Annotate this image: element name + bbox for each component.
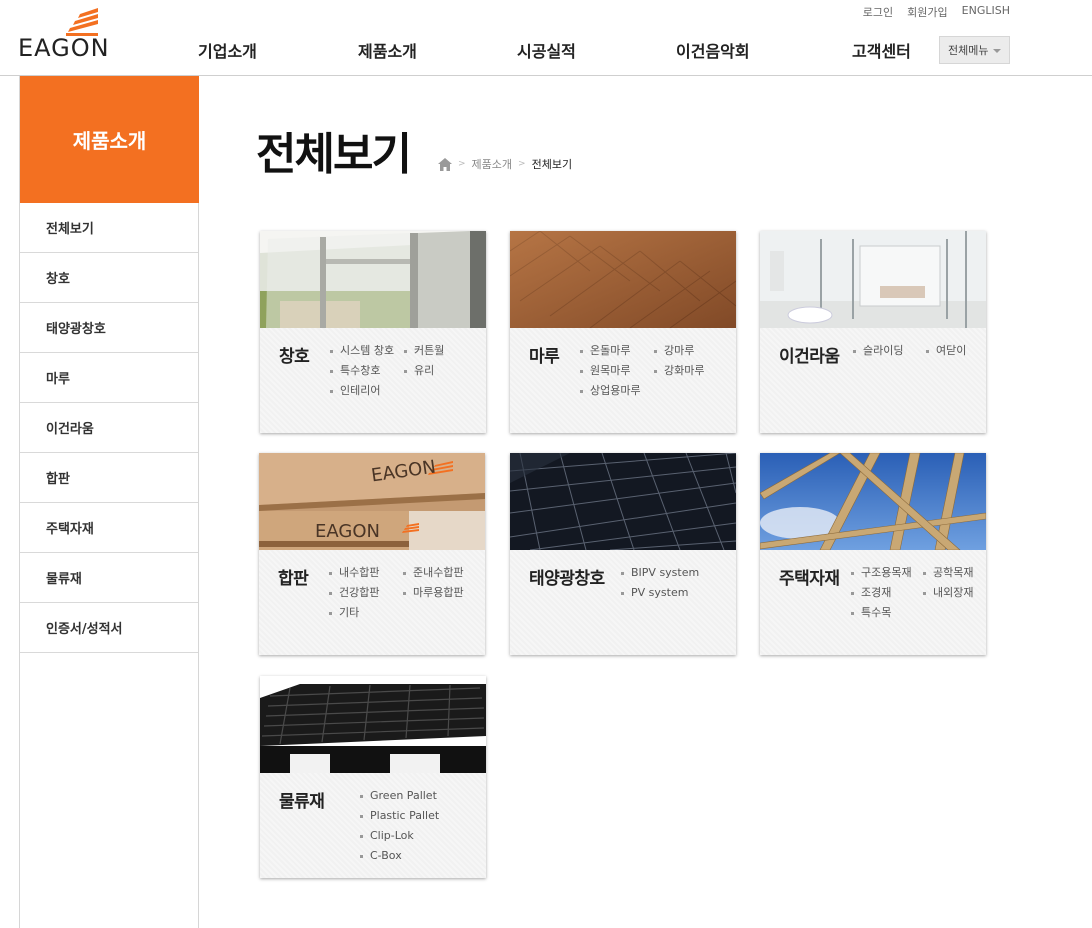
sub-item-link[interactable]: 원목마루: [580, 361, 641, 381]
login-link[interactable]: 로그인: [863, 4, 893, 20]
sub-item-link[interactable]: 내외장재: [923, 583, 973, 603]
sub-item-link[interactable]: BIPV system: [621, 563, 699, 583]
sub-item-link[interactable]: 유리: [404, 361, 444, 381]
sub-item-link[interactable]: 인테리어: [330, 381, 394, 401]
card-sublist: 커튼월 유리: [404, 341, 444, 381]
pallet-image: [260, 676, 486, 773]
card-sublist: 여닫이: [926, 341, 966, 361]
sidebar: 제품소개 전체보기 창호 태양광창호 마루 이건라움 합판 주택자재 물류재 인…: [19, 76, 199, 928]
card-sublist: BIPV system PV system: [621, 563, 699, 603]
sub-item-link[interactable]: 시스템 창호: [330, 341, 394, 361]
english-link[interactable]: ENGLISH: [962, 4, 1010, 20]
sub-item-link[interactable]: 마루용합판: [403, 583, 464, 603]
sub-item-link[interactable]: PV system: [621, 583, 699, 603]
sub-item-link[interactable]: C-Box: [360, 846, 439, 866]
sub-item-link[interactable]: 특수창호: [330, 361, 394, 381]
card-sublist: 강마루 강화마루: [654, 341, 704, 381]
logo[interactable]: EAGON: [18, 4, 109, 62]
card-title: 태양광창호: [529, 569, 605, 589]
sidebar-item-all[interactable]: 전체보기: [20, 203, 198, 253]
sidebar-item-logistics[interactable]: 물류재: [20, 553, 198, 603]
nav-company[interactable]: 기업소개: [198, 38, 257, 62]
solar-image: [510, 453, 736, 550]
sidebar-menu: 전체보기 창호 태양광창호 마루 이건라움 합판 주택자재 물류재 인증서/성적…: [20, 203, 198, 653]
product-card-raum[interactable]: 이건라움 슬라이딩 여닫이: [760, 231, 986, 433]
sub-item-link[interactable]: 건강합판: [329, 583, 379, 603]
product-card-logistics[interactable]: 물류재 Green Pallet Plastic Pallet Clip-Lok…: [260, 676, 486, 878]
product-card-solar[interactable]: 태양광창호 BIPV system PV system: [510, 453, 736, 655]
breadcrumb-separator-icon: >: [518, 159, 526, 169]
all-menu-label: 전체메뉴: [948, 44, 989, 57]
card-sublist: 구조용목재 조경재 특수목: [851, 563, 912, 623]
nav-concert[interactable]: 이건음악회: [676, 38, 750, 62]
utility-links: 로그인 회원가입 ENGLISH: [863, 4, 1010, 20]
plywood-logo-text: EAGON: [315, 521, 380, 542]
nav-support[interactable]: 고객센터: [852, 38, 911, 62]
sub-item-link[interactable]: Plastic Pallet: [360, 806, 439, 826]
card-sublist: 준내수합판 마루용합판: [403, 563, 464, 603]
plywood-image: EAGON EAGON: [259, 453, 485, 550]
site-header: EAGON 로그인 회원가입 ENGLISH 기업소개 제품소개 시공실적 이건…: [0, 0, 1092, 76]
card-sublist: 슬라이딩: [853, 341, 903, 361]
card-title: 이건라움: [779, 347, 840, 367]
card-title: 합판: [278, 569, 309, 589]
sidebar-title: 제품소개: [20, 76, 199, 203]
sub-item-link[interactable]: 구조용목재: [851, 563, 912, 583]
sub-item-link[interactable]: 강마루: [654, 341, 704, 361]
sub-item-link[interactable]: 슬라이딩: [853, 341, 903, 361]
windows-image: [260, 231, 486, 328]
sub-item-link[interactable]: 상업용마루: [580, 381, 641, 401]
card-sublist: 공학목재 내외장재: [923, 563, 973, 603]
logo-mark-icon: [66, 8, 98, 36]
card-title: 주택자재: [779, 569, 840, 589]
sub-item-link[interactable]: Green Pallet: [360, 786, 439, 806]
nav-products[interactable]: 제품소개: [358, 38, 417, 62]
signup-link[interactable]: 회원가입: [907, 4, 947, 20]
sub-item-link[interactable]: 특수목: [851, 603, 912, 623]
home-icon[interactable]: [438, 157, 452, 171]
product-card-flooring[interactable]: 마루 온돌마루 원목마루 상업용마루 강마루 강화마루: [510, 231, 736, 433]
product-card-windows[interactable]: 창호 시스템 창호 특수창호 인테리어 커튼월 유리: [260, 231, 486, 433]
sub-item-link[interactable]: 기타: [329, 603, 379, 623]
product-card-housing[interactable]: 주택자재 구조용목재 조경재 특수목 공학목재 내외장재: [760, 453, 986, 655]
all-menu-button[interactable]: 전체메뉴: [939, 36, 1010, 64]
breadcrumb-products[interactable]: 제품소개: [472, 156, 512, 172]
sidebar-item-solar-windows[interactable]: 태양광창호: [20, 303, 198, 353]
card-title: 창호: [279, 347, 310, 367]
sidebar-item-raum[interactable]: 이건라움: [20, 403, 198, 453]
sub-item-link[interactable]: 여닫이: [926, 341, 966, 361]
product-card-plywood[interactable]: EAGON EAGON 합판 내수합판 건강합판 기타 준내수합판 마루용합판: [259, 453, 485, 655]
flooring-image: [510, 231, 736, 328]
sub-item-link[interactable]: 강화마루: [654, 361, 704, 381]
card-sublist: Green Pallet Plastic Pallet Clip-Lok C-B…: [360, 786, 439, 866]
sidebar-item-housing[interactable]: 주택자재: [20, 503, 198, 553]
sub-item-link[interactable]: 준내수합판: [403, 563, 464, 583]
sub-item-link[interactable]: 내수합판: [329, 563, 379, 583]
breadcrumb-current: 전체보기: [531, 158, 573, 171]
sidebar-item-flooring[interactable]: 마루: [20, 353, 198, 403]
sub-item-link[interactable]: 조경재: [851, 583, 912, 603]
sub-item-link[interactable]: Clip-Lok: [360, 826, 439, 846]
raum-image: [760, 231, 986, 328]
card-title: 마루: [529, 347, 560, 367]
sidebar-item-plywood[interactable]: 합판: [20, 453, 198, 503]
card-sublist: 내수합판 건강합판 기타: [329, 563, 379, 623]
card-sublist: 온돌마루 원목마루 상업용마루: [580, 341, 641, 401]
sidebar-item-certificates[interactable]: 인증서/성적서: [20, 603, 198, 653]
breadcrumb-separator-icon: >: [458, 159, 466, 169]
sub-item-link[interactable]: 공학목재: [923, 563, 973, 583]
breadcrumb: > 제품소개 > 전체보기: [438, 156, 572, 172]
card-title: 물류재: [279, 792, 325, 812]
sub-item-link[interactable]: 온돌마루: [580, 341, 641, 361]
page-title: 전체보기: [256, 129, 412, 180]
sidebar-item-windows[interactable]: 창호: [20, 253, 198, 303]
sub-item-link[interactable]: 커튼월: [404, 341, 444, 361]
chevron-down-icon: [993, 49, 1001, 53]
nav-projects[interactable]: 시공실적: [517, 38, 576, 62]
logo-text: EAGON: [18, 34, 110, 62]
housing-image: [760, 453, 986, 550]
card-sublist: 시스템 창호 특수창호 인테리어: [330, 341, 394, 401]
